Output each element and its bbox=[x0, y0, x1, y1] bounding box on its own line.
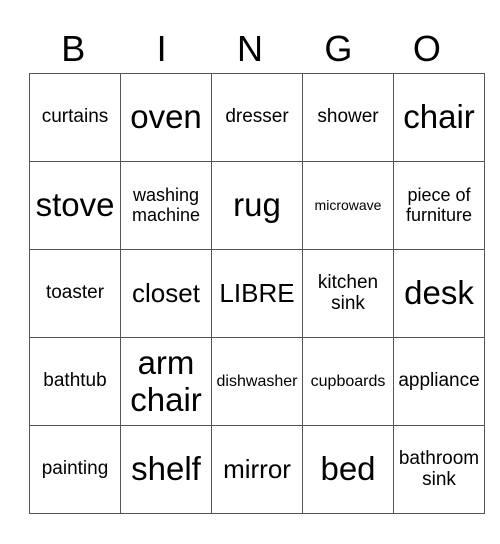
bingo-row: stove washing machine rug microwave piece of… bbox=[29, 161, 485, 250]
header-letter-g: G bbox=[324, 28, 353, 69]
bingo-cell[interactable]: dishwasher bbox=[211, 337, 303, 426]
bingo-cell[interactable]: painting bbox=[29, 425, 121, 514]
bingo-cell[interactable]: shelf bbox=[120, 425, 212, 514]
bingo-cell[interactable]: stove bbox=[29, 161, 121, 250]
bingo-row: bathtub arm chair dishwasher cupboards appli… bbox=[29, 337, 485, 426]
bingo-cell[interactable]: rug bbox=[211, 161, 303, 250]
bingo-cell[interactable]: oven bbox=[120, 73, 212, 162]
bingo-cell[interactable]: piece of furniture bbox=[393, 161, 485, 250]
header-letter-b: B bbox=[61, 28, 86, 69]
header-letter-o: O bbox=[412, 28, 441, 69]
bingo-cell[interactable]: bathroom sink bbox=[393, 425, 485, 514]
bingo-cell[interactable]: cupboards bbox=[302, 337, 394, 426]
bingo-cell[interactable]: desk bbox=[393, 249, 485, 338]
bingo-cell[interactable]: dresser bbox=[211, 73, 303, 162]
bingo-cell[interactable]: kitchen sink bbox=[302, 249, 394, 338]
bingo-cell[interactable]: chair bbox=[393, 73, 485, 162]
bingo-header: B I N G O bbox=[29, 26, 471, 72]
bingo-cell[interactable]: bed bbox=[302, 425, 394, 514]
bingo-cell[interactable]: curtains bbox=[29, 73, 121, 162]
bingo-cell[interactable]: toaster bbox=[29, 249, 121, 338]
bingo-row: curtains oven dresser shower chair bbox=[29, 73, 485, 162]
bingo-cell[interactable]: appliance bbox=[393, 337, 485, 426]
bingo-cell[interactable]: shower bbox=[302, 73, 394, 162]
bingo-cell[interactable]: LIBRE bbox=[211, 249, 303, 338]
bingo-cell[interactable]: washing machine bbox=[120, 161, 212, 250]
bingo-row: toaster closet LIBRE kitchen sink desk bbox=[29, 249, 485, 338]
header-letter-i: I bbox=[156, 28, 167, 69]
bingo-cell[interactable]: closet bbox=[120, 249, 212, 338]
bingo-cell[interactable]: arm chair bbox=[120, 337, 212, 426]
header-letter-n: N bbox=[237, 28, 264, 69]
bingo-cell[interactable]: microwave bbox=[302, 161, 394, 250]
bingo-cell[interactable]: bathtub bbox=[29, 337, 121, 426]
bingo-cell[interactable]: mirror bbox=[211, 425, 303, 514]
bingo-grid: curtains oven dresser shower chair stove washi… bbox=[29, 73, 485, 514]
bingo-row: painting shelf mirror bed bathroom sink bbox=[29, 425, 485, 514]
